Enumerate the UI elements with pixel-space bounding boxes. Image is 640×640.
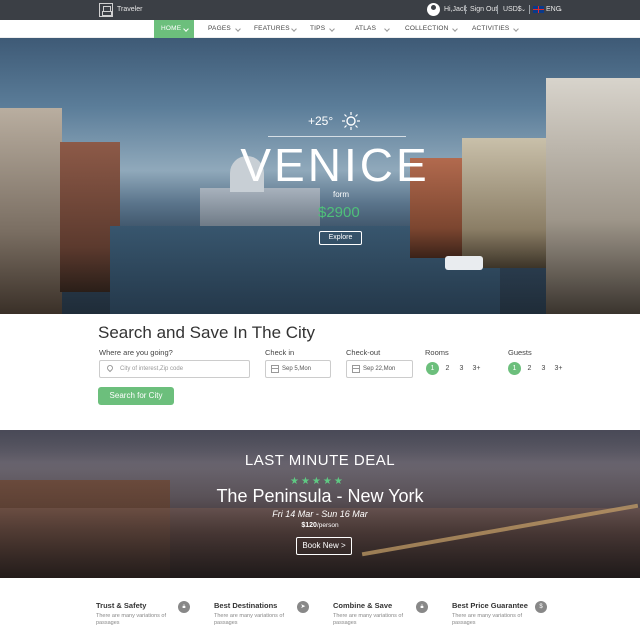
top-bar: Traveler Hi,Jack Sign Out USD$ ⌄ ENG ⌄ [0, 0, 640, 20]
checkin-value: Sep 5,Mon [282, 366, 312, 372]
nav-item-tips[interactable]: TIPS [310, 20, 344, 38]
guests-option-1[interactable]: 1 [508, 362, 521, 375]
nav-item-label: TIPS [310, 25, 326, 32]
rooms-option-2[interactable]: 2 [441, 362, 454, 375]
calendar-icon [271, 365, 279, 373]
book-now-button[interactable]: Book New > [296, 537, 352, 555]
divider [529, 5, 530, 14]
deal-dates: Fri 14 Mar - Sun 16 Mar [272, 509, 368, 519]
rooms-option-1[interactable]: 1 [426, 362, 439, 375]
nav-item-label: FEATURES [254, 25, 290, 32]
chevron-down-icon [183, 26, 189, 32]
divider [465, 5, 466, 14]
hotel-name: The Peninsula - New York [216, 486, 424, 506]
deal-price: $120/person [270, 522, 370, 529]
chevron-down-icon: ⌄ [558, 7, 564, 13]
chevron-down-icon [384, 26, 390, 32]
main-nav: HOME PAGES FEATURES TIPS ATLAS COLLECTIO… [0, 20, 640, 38]
rooms-option-3[interactable]: 3 [455, 362, 468, 375]
deal-heading: LAST MINUTE DEAL [244, 452, 396, 469]
nav-item-label: COLLECTION [405, 25, 449, 32]
building-image [462, 138, 552, 268]
feature-desc: There are many variations of passages [452, 613, 523, 626]
deal-banner: LAST MINUTE DEAL ★★★★★ The Peninsula - N… [0, 430, 640, 578]
city-title: VENICE [240, 139, 430, 191]
nav-item-pages[interactable]: PAGES [208, 20, 248, 38]
building-image [546, 78, 640, 314]
chevron-down-icon [452, 26, 458, 32]
nav-item-label: ATLAS [355, 25, 377, 32]
nav-item-home[interactable]: HOME [154, 20, 194, 38]
sign-out-link[interactable]: Sign Out [470, 6, 497, 13]
deal-price-value: $120 [301, 522, 317, 529]
nav-item-label: ACTIVITIES [472, 25, 510, 32]
feature-desc: There are many variations of passages [214, 613, 285, 626]
nav-item-activities[interactable]: ACTIVITIES [472, 20, 524, 38]
logo-icon[interactable] [99, 3, 113, 17]
rooms-label: Rooms [425, 348, 449, 357]
nav-item-label: PAGES [208, 25, 231, 32]
location-pin-icon [105, 363, 115, 373]
chevron-down-icon [513, 26, 519, 32]
deal-price-unit: /person [316, 522, 339, 529]
uk-flag-icon [533, 6, 544, 13]
explore-button[interactable]: Explore [319, 231, 362, 245]
skyline-image [200, 188, 320, 228]
checkout-value: Sep 22,Mon [363, 366, 396, 372]
nav-item-features[interactable]: FEATURES [254, 20, 302, 38]
chevron-down-icon: ⌄ [521, 7, 527, 13]
temperature-text: +25° [308, 114, 334, 128]
sun-icon [342, 112, 360, 130]
chevron-down-icon [291, 26, 297, 32]
guests-option-3plus[interactable]: 3+ [552, 362, 565, 375]
guests-label: Guests [508, 348, 532, 357]
nav-item-atlas[interactable]: ATLAS [355, 20, 395, 38]
brand-name[interactable]: Traveler [117, 6, 142, 13]
destination-input[interactable]: City of interest,Zip code [99, 360, 250, 378]
guests-option-3[interactable]: 3 [537, 362, 550, 375]
hero-banner: +25° VENICE form $2900 Explore [0, 38, 640, 314]
nav-item-collection[interactable]: COLLECTION [405, 20, 463, 38]
dollar-icon: $ [535, 601, 547, 613]
building-image [0, 108, 62, 314]
chevron-down-icon [329, 26, 335, 32]
checkout-input[interactable]: Sep 22,Mon [346, 360, 413, 378]
checkin-input[interactable]: Sep 5,Mon [265, 360, 331, 378]
checkin-label: Check in [265, 348, 295, 357]
rooms-option-3plus[interactable]: 3+ [470, 362, 483, 375]
greeting-link[interactable]: Hi,Jack [444, 6, 467, 13]
divider [497, 5, 498, 14]
currency-select[interactable]: USD$ [503, 6, 522, 13]
search-button[interactable]: Search for City [98, 387, 174, 405]
where-label: Where are you going? [99, 348, 173, 357]
feature-desc: There are many variations of passages [333, 613, 404, 626]
from-label: form [333, 190, 349, 199]
lock-icon: 🔒︎ [178, 601, 190, 613]
feature-desc: There are many variations of passages [96, 613, 167, 626]
boat-image [445, 256, 483, 270]
search-title: Search and Save In The City [98, 323, 316, 342]
divider [268, 136, 406, 137]
calendar-icon [352, 365, 360, 373]
user-avatar-icon[interactable] [427, 3, 440, 16]
chevron-down-icon [235, 26, 241, 32]
lock-icon: 🔒︎ [416, 601, 428, 613]
destination-placeholder: City of interest,Zip code [120, 366, 184, 372]
nav-item-label: HOME [161, 25, 182, 32]
checkout-label: Check-out [346, 348, 381, 357]
guests-option-2[interactable]: 2 [523, 362, 536, 375]
hero-price: $2900 [318, 204, 360, 221]
send-icon: ➤ [297, 601, 309, 613]
